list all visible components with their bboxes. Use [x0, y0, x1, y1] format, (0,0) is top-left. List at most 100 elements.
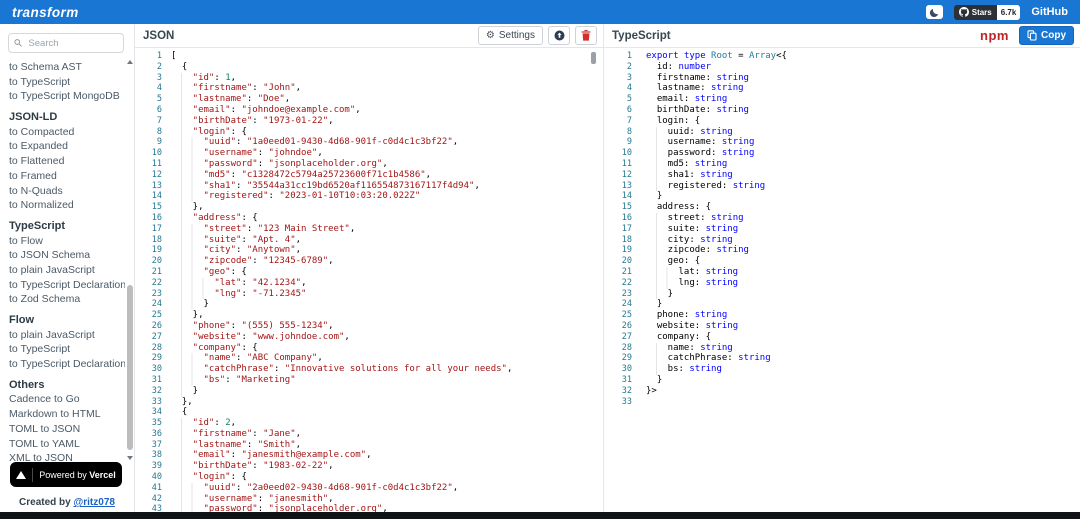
line-number: 16: [135, 213, 162, 224]
line-number: 12: [135, 170, 162, 181]
app-logo[interactable]: transform: [12, 5, 79, 20]
code-line: login: {: [646, 116, 1080, 127]
sidebar-group-header: Others: [9, 378, 125, 393]
code-line: "birthDate": "1983-02-22",: [171, 461, 603, 472]
line-number: 24: [135, 299, 162, 310]
copy-icon: [1027, 30, 1037, 41]
sidebar-item[interactable]: to Normalized: [9, 198, 125, 213]
line-number: 1: [604, 51, 632, 62]
line-number: 21: [604, 267, 632, 278]
copy-button[interactable]: Copy: [1019, 26, 1074, 45]
sidebar-item[interactable]: to plain JavaScript: [9, 328, 125, 343]
line-number: 8: [604, 127, 632, 138]
sidebar-item[interactable]: to TypeScript Declaration: [9, 357, 125, 372]
code-line: },: [171, 202, 603, 213]
trash-icon: [581, 30, 591, 41]
code-line: "city": "Anytown",: [171, 245, 603, 256]
code-line: "registered": "2023-01-10T10:03:20.022Z": [171, 191, 603, 202]
sidebar-item[interactable]: TOML to JSON: [9, 422, 125, 437]
powered-by-vercel-badge[interactable]: Powered by Vercel: [10, 462, 122, 487]
code-line: "zipcode": "12345-6789",: [171, 256, 603, 267]
dark-mode-toggle[interactable]: [926, 5, 943, 19]
sidebar-item[interactable]: Markdown to HTML: [9, 407, 125, 422]
github-stars-button[interactable]: Stars 6.7k: [954, 5, 1021, 20]
code-line: address: {: [646, 202, 1080, 213]
ts-editor[interactable]: 1234567891011121314151617181920212223242…: [604, 48, 1080, 512]
sidebar-scrollbar-thumb[interactable]: [127, 285, 133, 450]
sidebar-item[interactable]: to Zod Schema: [9, 292, 125, 307]
bottom-bar: [0, 512, 1080, 519]
line-number: 10: [135, 148, 162, 159]
line-number: 33: [604, 397, 632, 408]
sidebar-item[interactable]: TOML to YAML: [9, 437, 125, 452]
author-link[interactable]: @ritz078: [74, 497, 115, 508]
github-link[interactable]: GitHub: [1031, 6, 1068, 18]
code-line: bs: string: [646, 364, 1080, 375]
code-line: "lat": "42.1234",: [171, 278, 603, 289]
code-line: "uuid": "2a0eed02-9430-4d68-901f-c0d4c1c…: [171, 483, 603, 494]
sidebar-item[interactable]: to Framed: [9, 169, 125, 184]
code-line: phone: string: [646, 310, 1080, 321]
line-number: 43: [135, 504, 162, 512]
json-code: [{"id": 1,"firstname": "John","lastname"…: [162, 48, 603, 512]
sidebar-item[interactable]: to plain JavaScript: [9, 263, 125, 278]
typescript-panel: TypeScript npm Copy 12345678910111213141…: [603, 24, 1080, 512]
code-line: lng: string: [646, 278, 1080, 289]
sidebar-item[interactable]: to TypeScript: [9, 75, 125, 90]
line-number: 14: [604, 191, 632, 202]
sidebar-item[interactable]: XML to JSON: [9, 451, 125, 462]
line-number: 2: [604, 62, 632, 73]
code-line: {: [171, 62, 603, 73]
code-line: "suite": "Apt. 4",: [171, 235, 603, 246]
line-number: 17: [135, 224, 162, 235]
sidebar-item[interactable]: to Flow: [9, 234, 125, 249]
code-line: "id": 2,: [171, 418, 603, 429]
line-number: 20: [135, 256, 162, 267]
scroll-down-arrow-icon[interactable]: [127, 456, 133, 460]
scroll-up-arrow-icon[interactable]: [127, 60, 133, 64]
search-input[interactable]: [26, 37, 118, 50]
sidebar-item[interactable]: to Schema AST: [9, 60, 125, 75]
line-number: 30: [604, 364, 632, 375]
line-number: 19: [604, 245, 632, 256]
line-number: 16: [604, 213, 632, 224]
line-number: 28: [135, 343, 162, 354]
line-number: 27: [604, 332, 632, 343]
line-number: 13: [604, 181, 632, 192]
badge-divider: [32, 468, 33, 482]
sidebar-item[interactable]: Cadence to Go: [9, 392, 125, 407]
code-line: city: string: [646, 235, 1080, 246]
json-panel-title: JSON: [143, 30, 174, 42]
line-number: 14: [135, 191, 162, 202]
sidebar-item[interactable]: to TypeScript MongoDB: [9, 89, 125, 104]
sidebar-item[interactable]: to Expanded: [9, 139, 125, 154]
sidebar-item[interactable]: to Compacted: [9, 125, 125, 140]
sidebar-item[interactable]: to TypeScript Declaration: [9, 278, 125, 293]
code-line: website: string: [646, 321, 1080, 332]
sidebar-item[interactable]: to TypeScript: [9, 342, 125, 357]
json-editor-scrollbar-thumb[interactable]: [591, 52, 596, 64]
search-icon: [14, 38, 22, 48]
clear-button[interactable]: [575, 26, 597, 45]
code-line: }: [646, 289, 1080, 300]
code-line: "email": "janesmith@example.com",: [171, 450, 603, 461]
code-line: "login": {: [171, 127, 603, 138]
sidebar-item[interactable]: to Flattened: [9, 154, 125, 169]
line-number: 24: [604, 299, 632, 310]
upload-button[interactable]: [548, 26, 570, 45]
npm-logo[interactable]: npm: [980, 28, 1009, 43]
sidebar-item[interactable]: to JSON Schema: [9, 248, 125, 263]
code-line: street: string: [646, 213, 1080, 224]
line-number: 31: [135, 375, 162, 386]
line-number: 12: [604, 170, 632, 181]
line-number: 23: [135, 289, 162, 300]
sidebar-item[interactable]: to N-Quads: [9, 184, 125, 199]
code-line: "website": "www.johndoe.com",: [171, 332, 603, 343]
sidebar-scrollbar[interactable]: [126, 58, 134, 462]
json-editor[interactable]: 1234567891011121314151617181920212223242…: [135, 48, 603, 512]
code-line: },: [171, 397, 603, 408]
line-number: 42: [135, 494, 162, 505]
code-line: sha1: string: [646, 170, 1080, 181]
json-panel: JSON ⚙ Settings 123456789101112: [134, 24, 603, 512]
settings-button[interactable]: ⚙ Settings: [478, 26, 543, 45]
